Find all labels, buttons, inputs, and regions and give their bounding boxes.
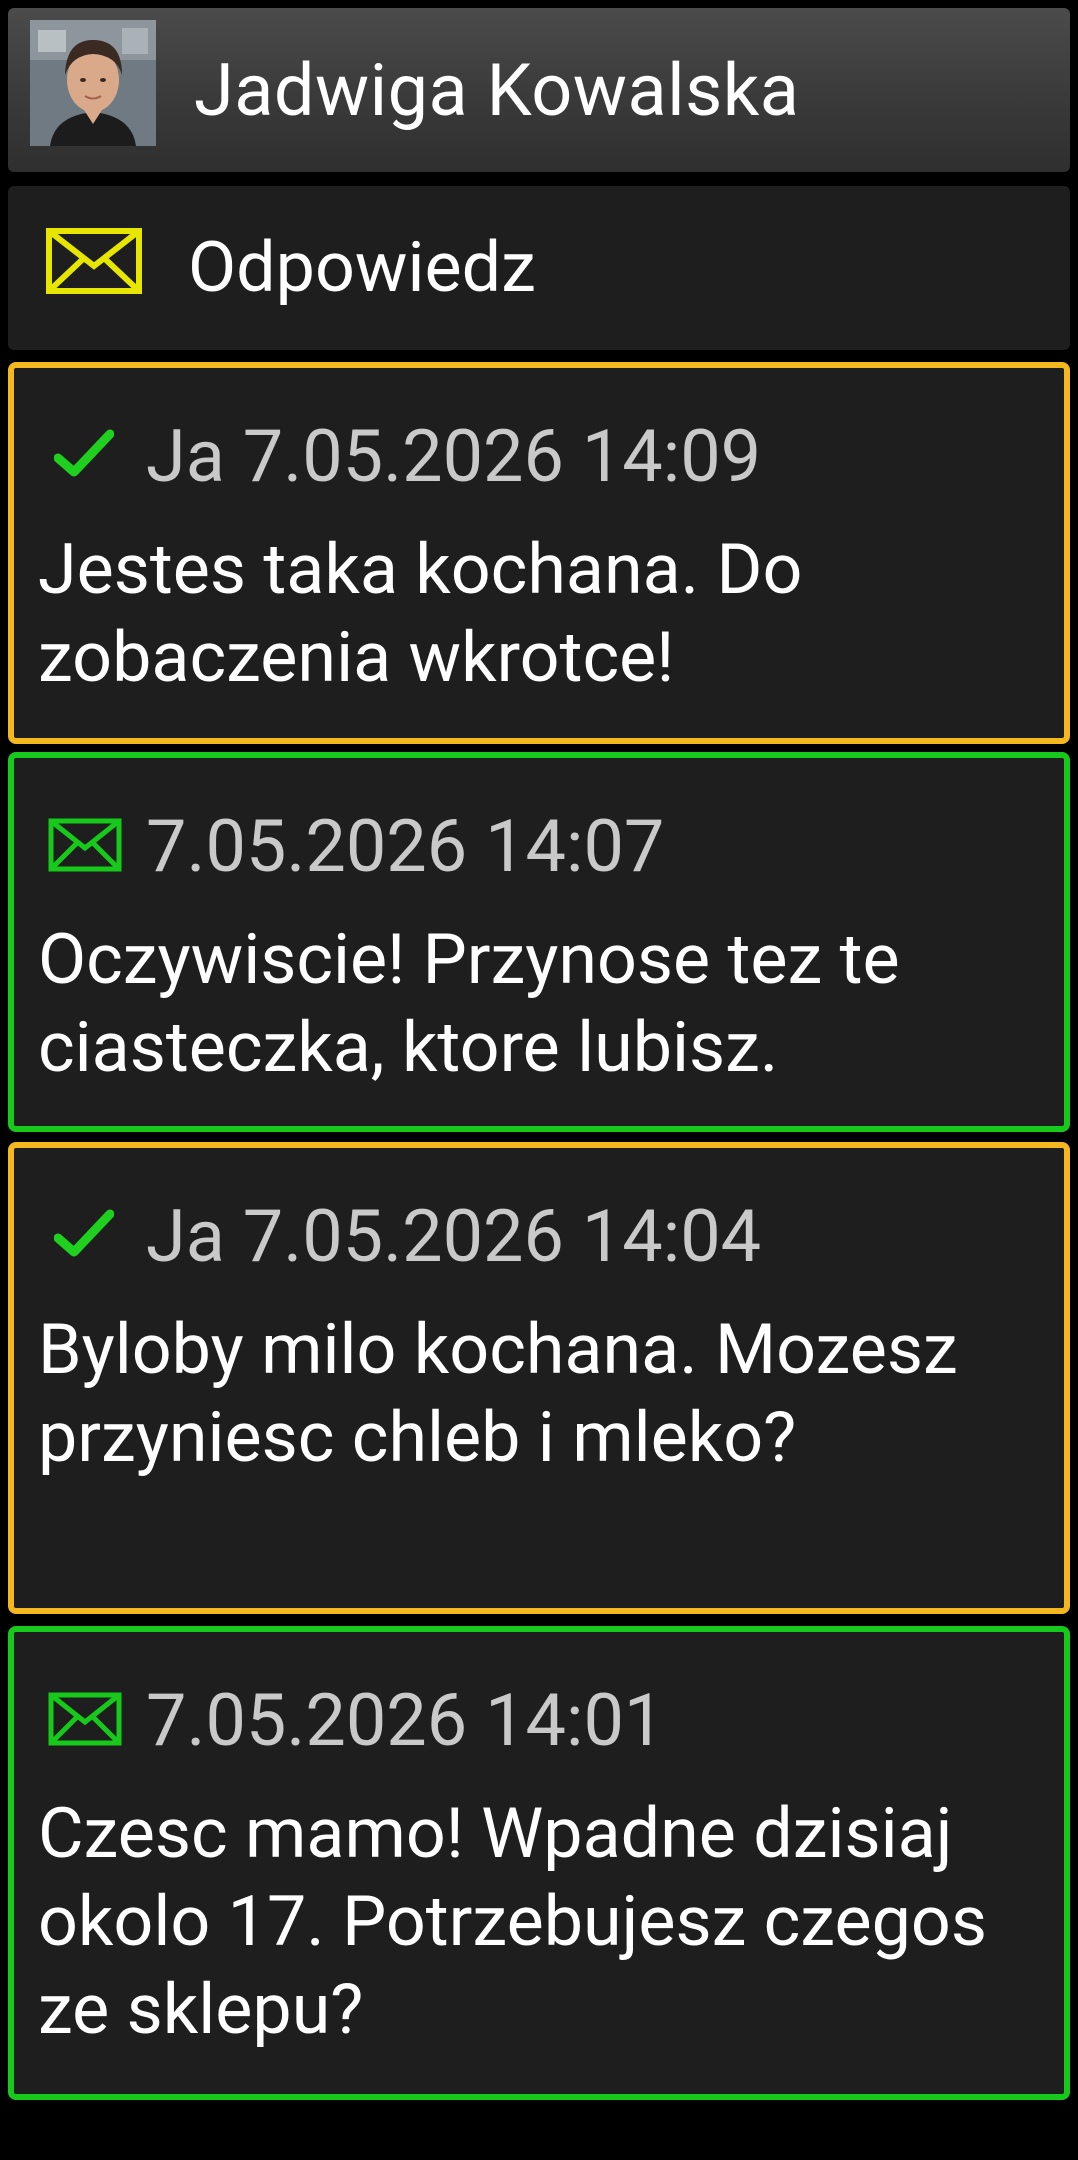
check-icon: [54, 429, 114, 477]
reply-button[interactable]: Odpowiedz: [8, 186, 1070, 350]
message-sent[interactable]: Ja 7.05.2026 14:04 Byloby milo kochana. …: [8, 1142, 1070, 1614]
message-received[interactable]: 7.05.2026 14:07 Oczywiscie! Przynose tez…: [8, 752, 1070, 1132]
envelope-icon: [48, 818, 122, 872]
message-header: 7.05.2026 14:07: [14, 796, 1064, 896]
message-meta: Ja 7.05.2026 14:09: [146, 413, 762, 499]
envelope-icon: [46, 228, 142, 294]
contact-header: Jadwiga Kowalska: [8, 8, 1070, 172]
message-sent[interactable]: Ja 7.05.2026 14:09 Jestes taka kochana. …: [8, 362, 1070, 744]
message-text: Czesc mamo! Wpadne dzisiaj okolo 17. Pot…: [38, 1793, 987, 2051]
message-header: 7.05.2026 14:01: [14, 1670, 1064, 1770]
message-header: Ja 7.05.2026 14:09: [14, 406, 1064, 506]
reply-label: Odpowiedz: [188, 227, 536, 309]
message-meta: 7.05.2026 14:07: [146, 803, 665, 889]
contact-name: Jadwiga Kowalska: [194, 47, 800, 133]
avatar: [30, 20, 156, 146]
message-meta: 7.05.2026 14:01: [146, 1677, 665, 1763]
message-text: Byloby milo kochana. Mozesz przyniesc ch…: [38, 1309, 958, 1479]
avatar-photo: [30, 20, 156, 146]
envelope-icon: [48, 1692, 122, 1746]
message-text: Jestes taka kochana. Do zobaczenia wkrot…: [38, 529, 803, 699]
check-icon: [54, 1209, 114, 1257]
message-header: Ja 7.05.2026 14:04: [14, 1186, 1064, 1286]
message-meta: Ja 7.05.2026 14:04: [146, 1193, 762, 1279]
message-received[interactable]: 7.05.2026 14:01 Czesc mamo! Wpadne dzisi…: [8, 1626, 1070, 2100]
message-text: Oczywiscie! Przynose tez te ciasteczka, …: [38, 919, 900, 1089]
